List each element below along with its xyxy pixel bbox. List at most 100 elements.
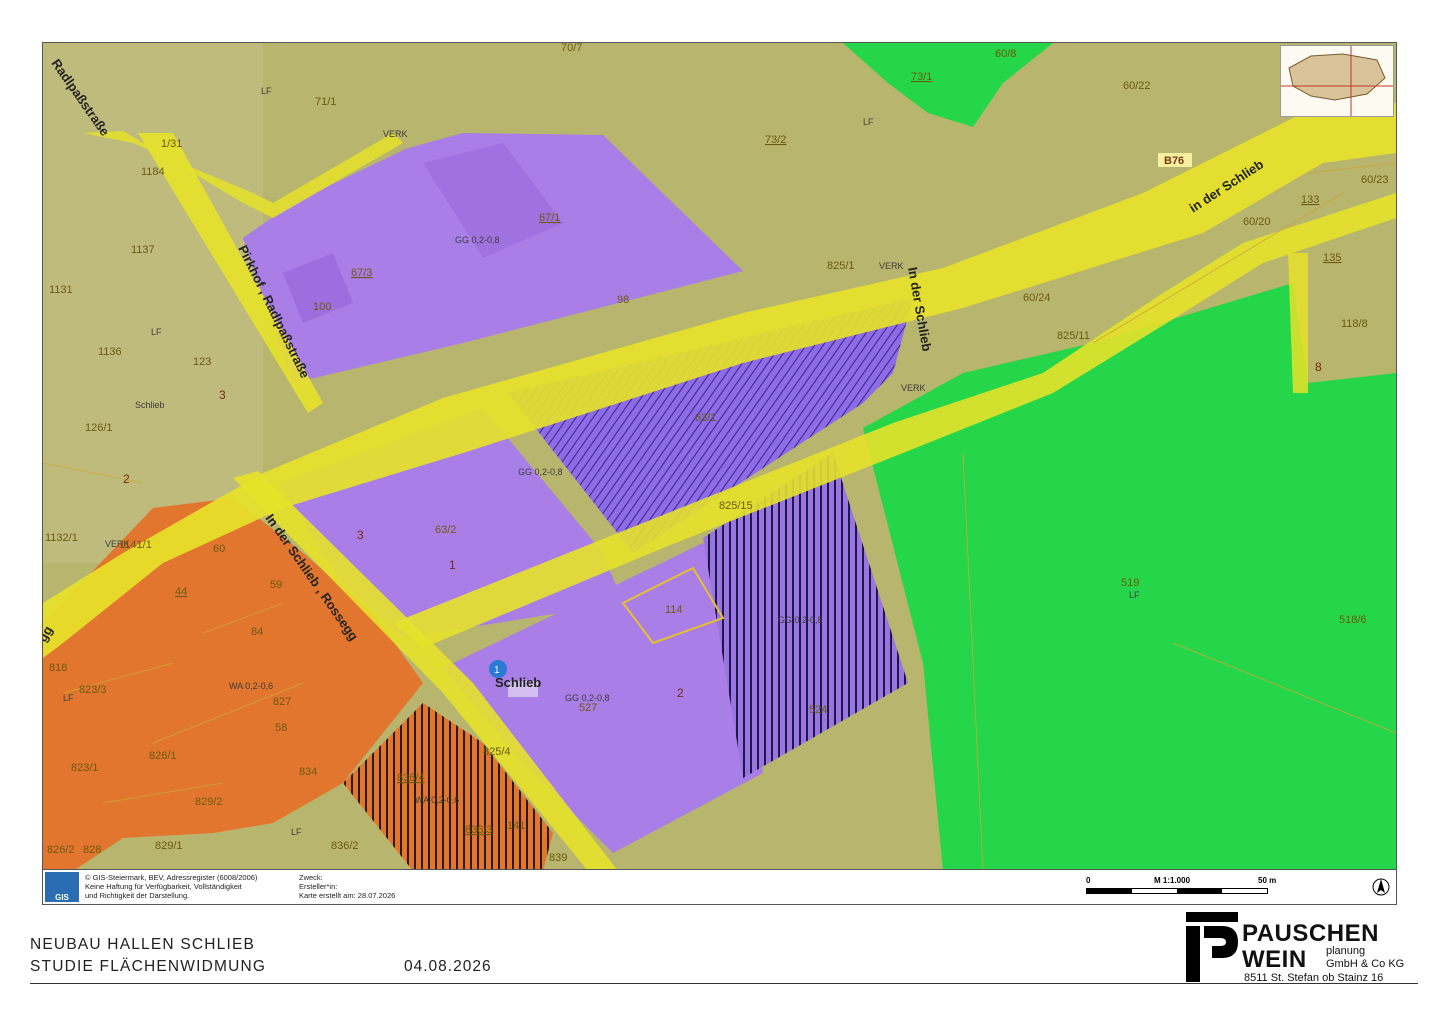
- zoning-label-verk: VERK: [383, 129, 408, 139]
- zoning-label-gg: GG 0,2-0,8: [518, 467, 563, 477]
- house-number: 3: [357, 528, 364, 542]
- parcel-number: 58: [275, 722, 287, 734]
- parcel-number: 135: [1323, 252, 1341, 264]
- parcel-number: 60/8: [995, 48, 1016, 60]
- parcel-number: 67/1: [539, 212, 560, 224]
- scale-bar: 0 M 1:1.000 50 m: [1086, 876, 1356, 900]
- parcel-number: 836/3: [465, 824, 493, 836]
- zoning-map[interactable]: Radlpaßstraße Pirkhof , Radlpaßstraße in…: [42, 42, 1397, 905]
- overview-minimap[interactable]: [1280, 45, 1394, 117]
- parcel-number: 118/8: [1341, 318, 1368, 330]
- parcel-number: 519: [1121, 577, 1139, 589]
- company-logo-mark-icon: [1186, 912, 1238, 982]
- zoning-label-lf: LF: [863, 117, 874, 127]
- parcel-number: 63/1: [695, 412, 716, 424]
- parcel-number: 84: [251, 626, 263, 638]
- zoning-label-lf: LF: [63, 693, 74, 703]
- parcel-number: 823/3: [79, 684, 107, 696]
- zoning-label-lf: LF: [261, 86, 272, 96]
- plan-date: 04.08.2026: [404, 958, 492, 975]
- parcel-number: 828: [83, 844, 101, 856]
- parcel-number: 71/1: [315, 96, 336, 108]
- zoning-label-wa: WA 0,2-0,6: [229, 681, 273, 691]
- parcel-number: 839: [549, 852, 567, 864]
- parcel-number: 123: [193, 356, 211, 368]
- company-logo: PAUSCHEN WEIN planung GmbH & Co KG 8511 …: [1186, 910, 1426, 986]
- zoning-label-gg: GG 0,2-0,8: [778, 615, 823, 625]
- zoning-label-wa: WA 0,2-0,6: [415, 795, 459, 805]
- parcel-number: 524: [809, 704, 827, 716]
- overview-minimap-graphic: [1281, 46, 1393, 116]
- parcel-number: 834: [299, 766, 317, 778]
- parcel-number: 1184: [141, 166, 165, 178]
- parcel-number: 829/2: [195, 796, 223, 808]
- parcel-number: 1137: [131, 244, 155, 256]
- gis-steiermark-logo: GIS: [45, 872, 79, 902]
- parcel-number: 126/1: [85, 422, 113, 434]
- project-subtitle: STUDIE FLÄCHENWIDMUNG: [30, 958, 267, 975]
- parcel-number: 98: [617, 294, 629, 306]
- title-block: NEUBAU HALLEN SCHLIEB STUDIE FLÄCHENWIDM…: [30, 934, 266, 978]
- author-label: Ersteller*in:: [299, 882, 338, 891]
- company-suffix-gmbh: GmbH & Co KG: [1326, 958, 1405, 970]
- creation-date-label: Karte erstellt am: 28.07.2026: [299, 891, 396, 900]
- company-name-line1: PAUSCHEN: [1242, 920, 1379, 947]
- scale-end: 50 m: [1258, 876, 1277, 885]
- parcel-number: 836/4: [397, 772, 425, 784]
- scale-ratio: M 1:1.000: [1154, 876, 1191, 885]
- parcel-number: 826/1: [149, 750, 177, 762]
- house-number: 2: [123, 472, 130, 486]
- parcel-number: 59: [270, 579, 282, 591]
- parcel-number: 73/1: [911, 71, 932, 83]
- parcel-number: 73/2: [765, 134, 786, 146]
- parcel-number: 826/2: [47, 844, 75, 856]
- road-label-b76: B76: [1164, 155, 1184, 167]
- parcel-number: 825/15: [719, 500, 753, 512]
- parcel-number: 70/7: [561, 43, 582, 54]
- parcel-number: 44: [175, 586, 187, 598]
- parcel-number: 67/3: [351, 267, 372, 279]
- parcel-number: 133: [1301, 194, 1319, 206]
- parcel-number: 60/23: [1361, 174, 1389, 186]
- parcel-number: 1132/1: [45, 532, 78, 544]
- parcel-number: 63/2: [435, 524, 456, 536]
- company-suffix-planung: planung: [1326, 945, 1366, 957]
- north-arrow-icon: [1372, 876, 1390, 898]
- parcel-number: 836/2: [331, 840, 359, 852]
- project-title: NEUBAU HALLEN SCHLIEB: [30, 936, 256, 953]
- parcel-number: 114: [665, 604, 683, 616]
- parcel-number: 825/1: [827, 260, 855, 272]
- zoning-label-lf: LF: [151, 327, 162, 337]
- house-number: 1: [449, 558, 456, 572]
- parcel-number: 527: [579, 702, 597, 714]
- parcel-number: 60/22: [1123, 80, 1151, 92]
- house-number: 2: [677, 686, 684, 700]
- parcel-number: 1/31: [161, 138, 182, 150]
- scale-zero: 0: [1086, 876, 1091, 885]
- parcel-number: 60: [213, 543, 225, 555]
- parcel-number: 60/20: [1243, 216, 1271, 228]
- company-address: 8511 St. Stefan ob Stainz 16: [1244, 972, 1384, 984]
- zoning-label-verk: VERK: [879, 261, 904, 271]
- parcel-number: 818: [49, 662, 67, 674]
- zoning-label-lf: LF: [1129, 590, 1140, 600]
- place-label-schlieb: Schlieb: [135, 400, 165, 410]
- parcel-number: 518/6: [1339, 614, 1367, 626]
- map-metadata: Zweck: Ersteller*in: Karte erstellt am: …: [299, 873, 395, 900]
- place-label-schlieb-marker: Schlieb: [495, 675, 541, 690]
- purpose-label: Zweck:: [299, 873, 323, 882]
- parcel-number: 823/1: [71, 762, 99, 774]
- house-number: 3: [219, 388, 226, 402]
- scale-bar-graphic: [1086, 888, 1268, 894]
- zoning-label-gg: GG 0,2-0,8: [455, 235, 500, 245]
- map-canvas[interactable]: Radlpaßstraße Pirkhof , Radlpaßstraße in…: [43, 43, 1396, 904]
- house-number: 8: [1315, 360, 1322, 374]
- parcel-number: 141: [507, 820, 525, 832]
- credit-line: Keine Haftung für Verfügbarkeit, Vollstä…: [85, 882, 242, 891]
- parcel-number: 1131: [49, 284, 73, 296]
- parcel-number: 825/4: [483, 746, 511, 758]
- map-info-bar: GIS © GIS-Steiermark, BEV, Adressregiste…: [43, 869, 1396, 904]
- location-marker-number: 1: [494, 665, 500, 676]
- zoning-label-lf: LF: [291, 827, 302, 837]
- credit-line: und Richtigkeit der Darstellung.: [85, 891, 190, 900]
